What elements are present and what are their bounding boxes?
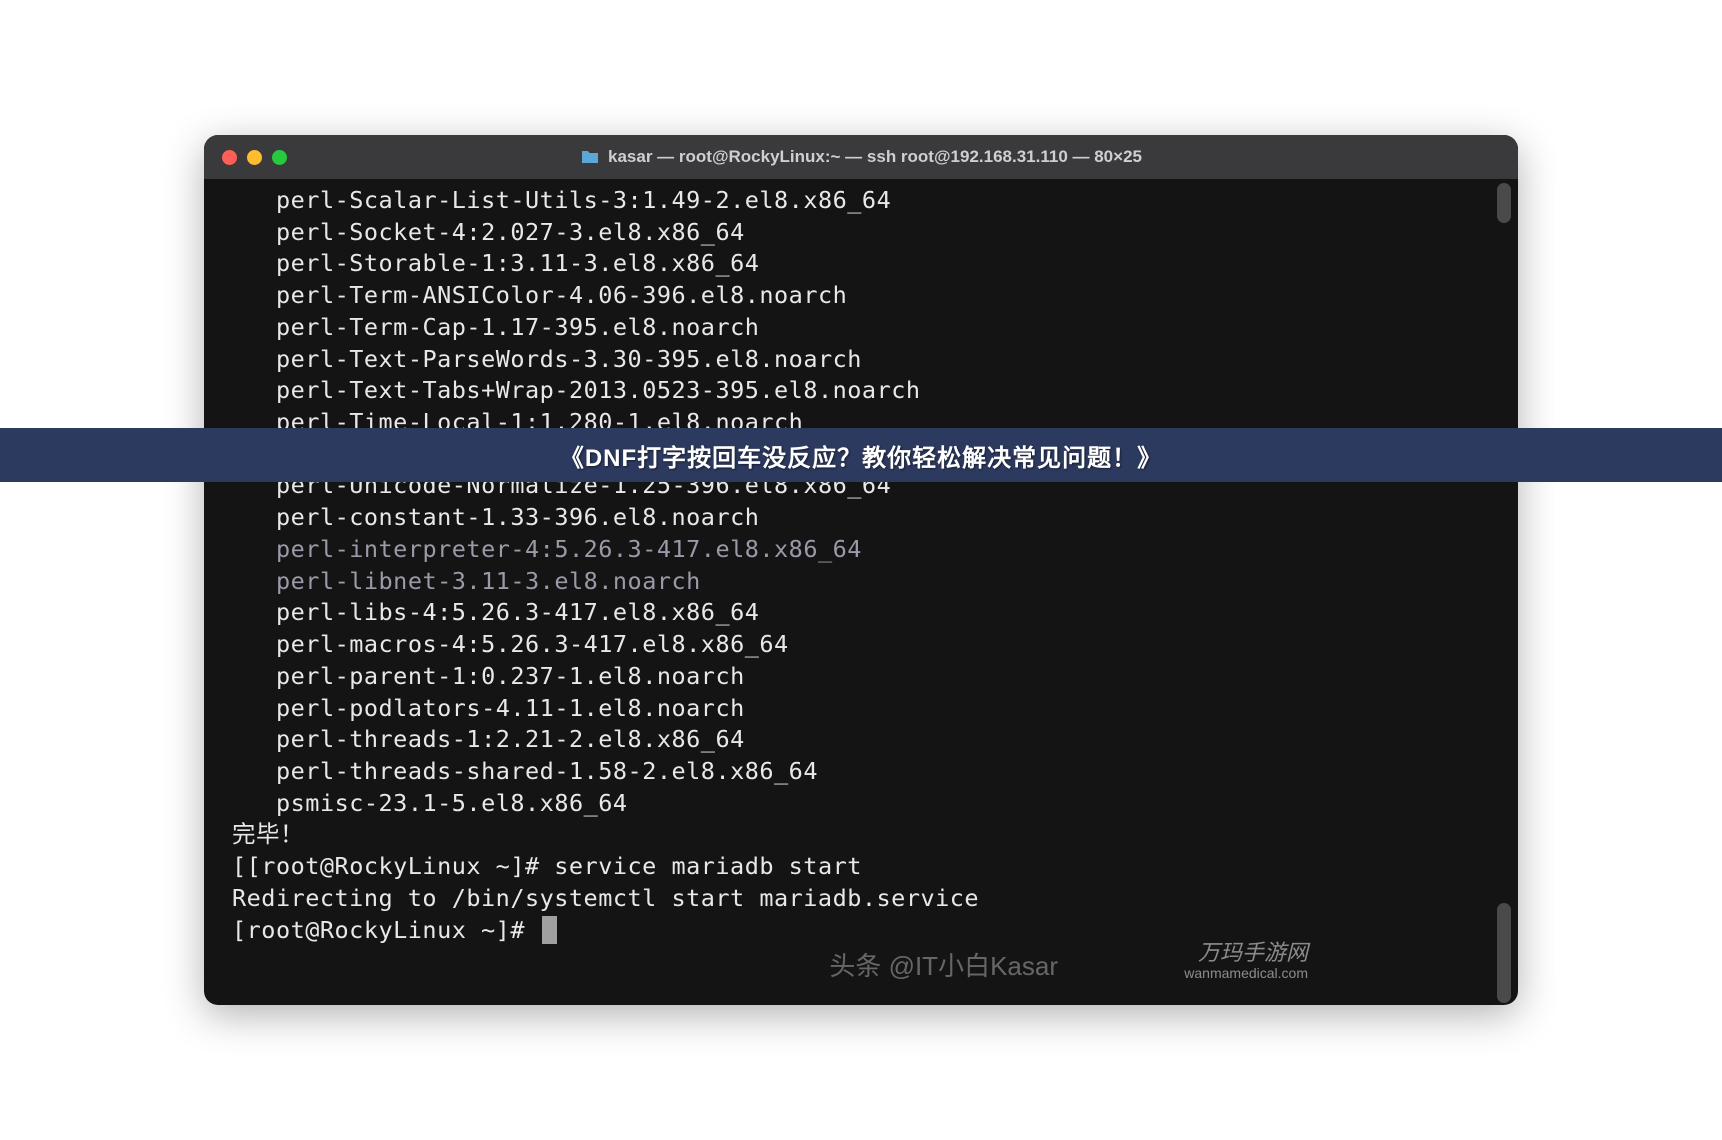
- overlay-banner-text: 《DNF打字按回车没反应？教你轻松解决常见问题！》: [560, 438, 1162, 473]
- package-line: perl-macros-4:5.26.3-417.el8.x86_64: [232, 629, 1508, 661]
- close-button[interactable]: [222, 150, 237, 165]
- window-title-text: kasar — root@RockyLinux:~ — ssh root@192…: [608, 147, 1142, 167]
- minimize-button[interactable]: [247, 150, 262, 165]
- package-line: psmisc-23.1-5.el8.x86_64: [232, 788, 1508, 820]
- package-line: perl-Term-Cap-1.17-395.el8.noarch: [232, 312, 1508, 344]
- traffic-lights: [222, 150, 287, 165]
- prompt-prefix-bracket: [: [232, 852, 247, 880]
- watermark-site-sub: wanmamedical.com: [1184, 966, 1308, 981]
- package-line: perl-interpreter-4:5.26.3-417.el8.x86_64: [232, 534, 1508, 566]
- maximize-button[interactable]: [272, 150, 287, 165]
- redirect-line: Redirecting to /bin/systemctl start mari…: [232, 883, 1508, 915]
- terminal-body[interactable]: perl-Scalar-List-Utils-3:1.49-2.el8.x86_…: [204, 179, 1518, 1005]
- scrollbar[interactable]: [1497, 183, 1515, 1003]
- prompt-line: [[root@RockyLinux ~]# service mariadb st…: [232, 851, 1508, 883]
- done-text: 完毕！: [232, 819, 1508, 851]
- package-line: perl-podlators-4.11-1.el8.noarch: [232, 693, 1508, 725]
- package-line: perl-Storable-1:3.11-3.el8.x86_64: [232, 248, 1508, 280]
- package-line: perl-constant-1.33-396.el8.noarch: [232, 502, 1508, 534]
- package-line: perl-Term-ANSIColor-4.06-396.el8.noarch: [232, 280, 1508, 312]
- package-line: perl-threads-1:2.21-2.el8.x86_64: [232, 724, 1508, 756]
- scrollbar-thumb-bottom[interactable]: [1497, 903, 1511, 1003]
- prompt: [root@RockyLinux ~]#: [232, 916, 540, 944]
- scrollbar-thumb-top[interactable]: [1497, 183, 1511, 223]
- window-title: kasar — root@RockyLinux:~ — ssh root@192…: [580, 147, 1142, 167]
- title-bar: kasar — root@RockyLinux:~ — ssh root@192…: [204, 135, 1518, 179]
- terminal-window: kasar — root@RockyLinux:~ — ssh root@192…: [204, 135, 1518, 1005]
- overlay-banner: 《DNF打字按回车没反应？教你轻松解决常见问题！》: [0, 428, 1722, 482]
- package-line: perl-Text-ParseWords-3.30-395.el8.noarch: [232, 344, 1508, 376]
- watermark-source: 头条 @IT小白Kasar: [829, 946, 1058, 983]
- folder-icon: [580, 149, 600, 165]
- package-line: perl-Scalar-List-Utils-3:1.49-2.el8.x86_…: [232, 185, 1508, 217]
- prompt-line-current[interactable]: [root@RockyLinux ~]#: [232, 915, 1508, 947]
- package-line: perl-parent-1:0.237-1.el8.noarch: [232, 661, 1508, 693]
- package-line: perl-libnet-3.11-3.el8.noarch: [232, 566, 1508, 598]
- package-line: perl-threads-shared-1.58-2.el8.x86_64: [232, 756, 1508, 788]
- package-line: perl-Socket-4:2.027-3.el8.x86_64: [232, 217, 1508, 249]
- package-line: perl-libs-4:5.26.3-417.el8.x86_64: [232, 597, 1508, 629]
- prompt: [root@RockyLinux ~]#: [247, 852, 555, 880]
- cursor: [542, 916, 557, 944]
- watermark-site-main: 万玛手游网: [1198, 940, 1308, 965]
- command: service mariadb start: [554, 852, 862, 880]
- watermark-site: 万玛手游网 wanmamedical.com: [1184, 941, 1308, 981]
- package-line: perl-Text-Tabs+Wrap-2013.0523-395.el8.no…: [232, 375, 1508, 407]
